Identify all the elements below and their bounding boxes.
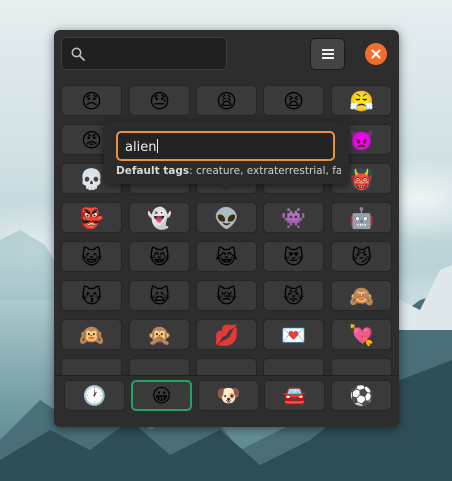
emoji-glyph: 💋 [214, 322, 239, 347]
emoji-glyph: 😼 [351, 244, 372, 269]
emoji-glyph: 😓 [149, 88, 170, 113]
emoji-cell[interactable]: 😼 [331, 241, 392, 272]
emoji-cell[interactable]: 🤖 [331, 202, 392, 233]
category-icon: ⚽ [349, 385, 374, 407]
emoji-cell[interactable]: 😻 [263, 241, 324, 272]
emoji-cell[interactable]: 🙊 [129, 319, 190, 350]
emoji-glyph: 💀 [79, 166, 104, 191]
divider [54, 375, 399, 376]
emoji-cell[interactable]: 👻 [129, 202, 190, 233]
emoji-glyph: 😡 [81, 127, 102, 152]
emoji-cell[interactable]: 💘 [331, 319, 392, 350]
emoji-glyph: 👹 [349, 166, 374, 191]
emoji-cell[interactable]: 🙉 [61, 319, 122, 350]
emoji-cell[interactable]: 👺 [61, 202, 122, 233]
emoji-glyph: 👿 [349, 127, 374, 152]
emoji-glyph: 😾 [283, 283, 304, 308]
emoji-glyph: 😩 [216, 88, 237, 113]
emoji-glyph: 🙀 [149, 283, 170, 308]
emoji-glyph: 🙉 [79, 322, 104, 347]
emoji-glyph: 👽 [214, 205, 239, 230]
emoji-cell[interactable]: 💋 [196, 319, 257, 350]
emoji-cell[interactable]: 😤 [331, 85, 392, 116]
emoji-cell[interactable]: 😞 [61, 85, 122, 116]
emoji-cell[interactable]: 👾 [263, 202, 324, 233]
tag-editor-popover: alien Default tags: creature, extraterre… [104, 121, 349, 191]
emoji-picker-window: 😞 😓 😩 😫 😤 😡 👿 💀 👹 👺 👻 👽 👾 🤖 😺 😸 😹 😻 😼 😽 🙀 😿 😾 🙈 🙉 🙊 💋 💌 💘 🕐 😀 🐶 🚘 ⚽ [54, 30, 399, 427]
default-tags-list: : creature, extraterrestrial, fa... [189, 165, 341, 177]
emoji-cell[interactable]: 😩 [196, 85, 257, 116]
emoji-name-value: alien [125, 140, 157, 155]
emoji-cell[interactable]: 😫 [263, 85, 324, 116]
emoji-cell[interactable]: 😓 [129, 85, 190, 116]
emoji-glyph: 😿 [216, 283, 237, 308]
category-tab[interactable]: ⚽ [331, 380, 392, 411]
close-icon [371, 49, 381, 59]
category-icon: 😀 [151, 384, 172, 407]
emoji-glyph: 🙈 [349, 283, 374, 308]
category-icon: 🐶 [216, 385, 241, 407]
emoji-glyph: 😞 [81, 88, 102, 113]
emoji-cell[interactable] [331, 358, 392, 375]
emoji-cell[interactable]: 😹 [196, 241, 257, 272]
emoji-name-input[interactable]: alien [116, 131, 335, 161]
emoji-cell[interactable]: 💌 [263, 319, 324, 350]
emoji-cell[interactable]: 😸 [129, 241, 190, 272]
emoji-cell[interactable] [61, 358, 122, 375]
category-tab[interactable]: 🐶 [198, 380, 259, 411]
emoji-glyph: 💌 [281, 322, 306, 347]
emoji-glyph: 🤖 [349, 205, 374, 230]
category-tab[interactable]: 😀 [131, 380, 192, 411]
category-tab[interactable]: 🕐 [64, 380, 125, 411]
emoji-cell[interactable] [196, 358, 257, 375]
search-input[interactable] [92, 42, 226, 68]
emoji-cell[interactable]: 😽 [61, 280, 122, 311]
emoji-cell[interactable]: 😺 [61, 241, 122, 272]
emoji-cell[interactable] [263, 358, 324, 375]
emoji-cell[interactable] [129, 358, 190, 375]
close-button[interactable] [365, 43, 387, 65]
emoji-glyph: 👾 [281, 205, 306, 230]
emoji-glyph: 😸 [149, 244, 170, 269]
emoji-glyph: 😫 [283, 88, 304, 113]
popover-arrow [217, 183, 233, 191]
text-cursor [157, 139, 159, 153]
search-field[interactable] [61, 37, 227, 70]
emoji-glyph: 😹 [214, 244, 239, 269]
emoji-glyph: 😤 [349, 88, 374, 113]
emoji-cell[interactable]: 😾 [263, 280, 324, 311]
emoji-glyph: 😺 [81, 244, 102, 269]
emoji-cell[interactable]: 🙀 [129, 280, 190, 311]
category-icon: 🚘 [282, 385, 307, 407]
emoji-glyph: 👻 [147, 205, 172, 230]
emoji-glyph: 💘 [349, 322, 374, 347]
emoji-cell[interactable]: 🙈 [331, 280, 392, 311]
emoji-glyph: 👺 [79, 205, 104, 230]
emoji-cell[interactable]: 👽 [196, 202, 257, 233]
hamburger-icon [321, 49, 334, 59]
emoji-cell[interactable]: 😿 [196, 280, 257, 311]
emoji-glyph: 😻 [283, 244, 304, 269]
emoji-glyph: 😽 [81, 283, 102, 308]
emoji-glyph: 🙊 [147, 322, 172, 347]
default-tags-text: Default tags: creature, extraterrestrial… [116, 165, 341, 177]
category-tab[interactable]: 🚘 [264, 380, 325, 411]
menu-button[interactable] [310, 38, 345, 70]
search-icon [71, 47, 85, 61]
category-icon: 🕐 [82, 385, 107, 407]
default-tags-label: Default tags [116, 165, 190, 177]
